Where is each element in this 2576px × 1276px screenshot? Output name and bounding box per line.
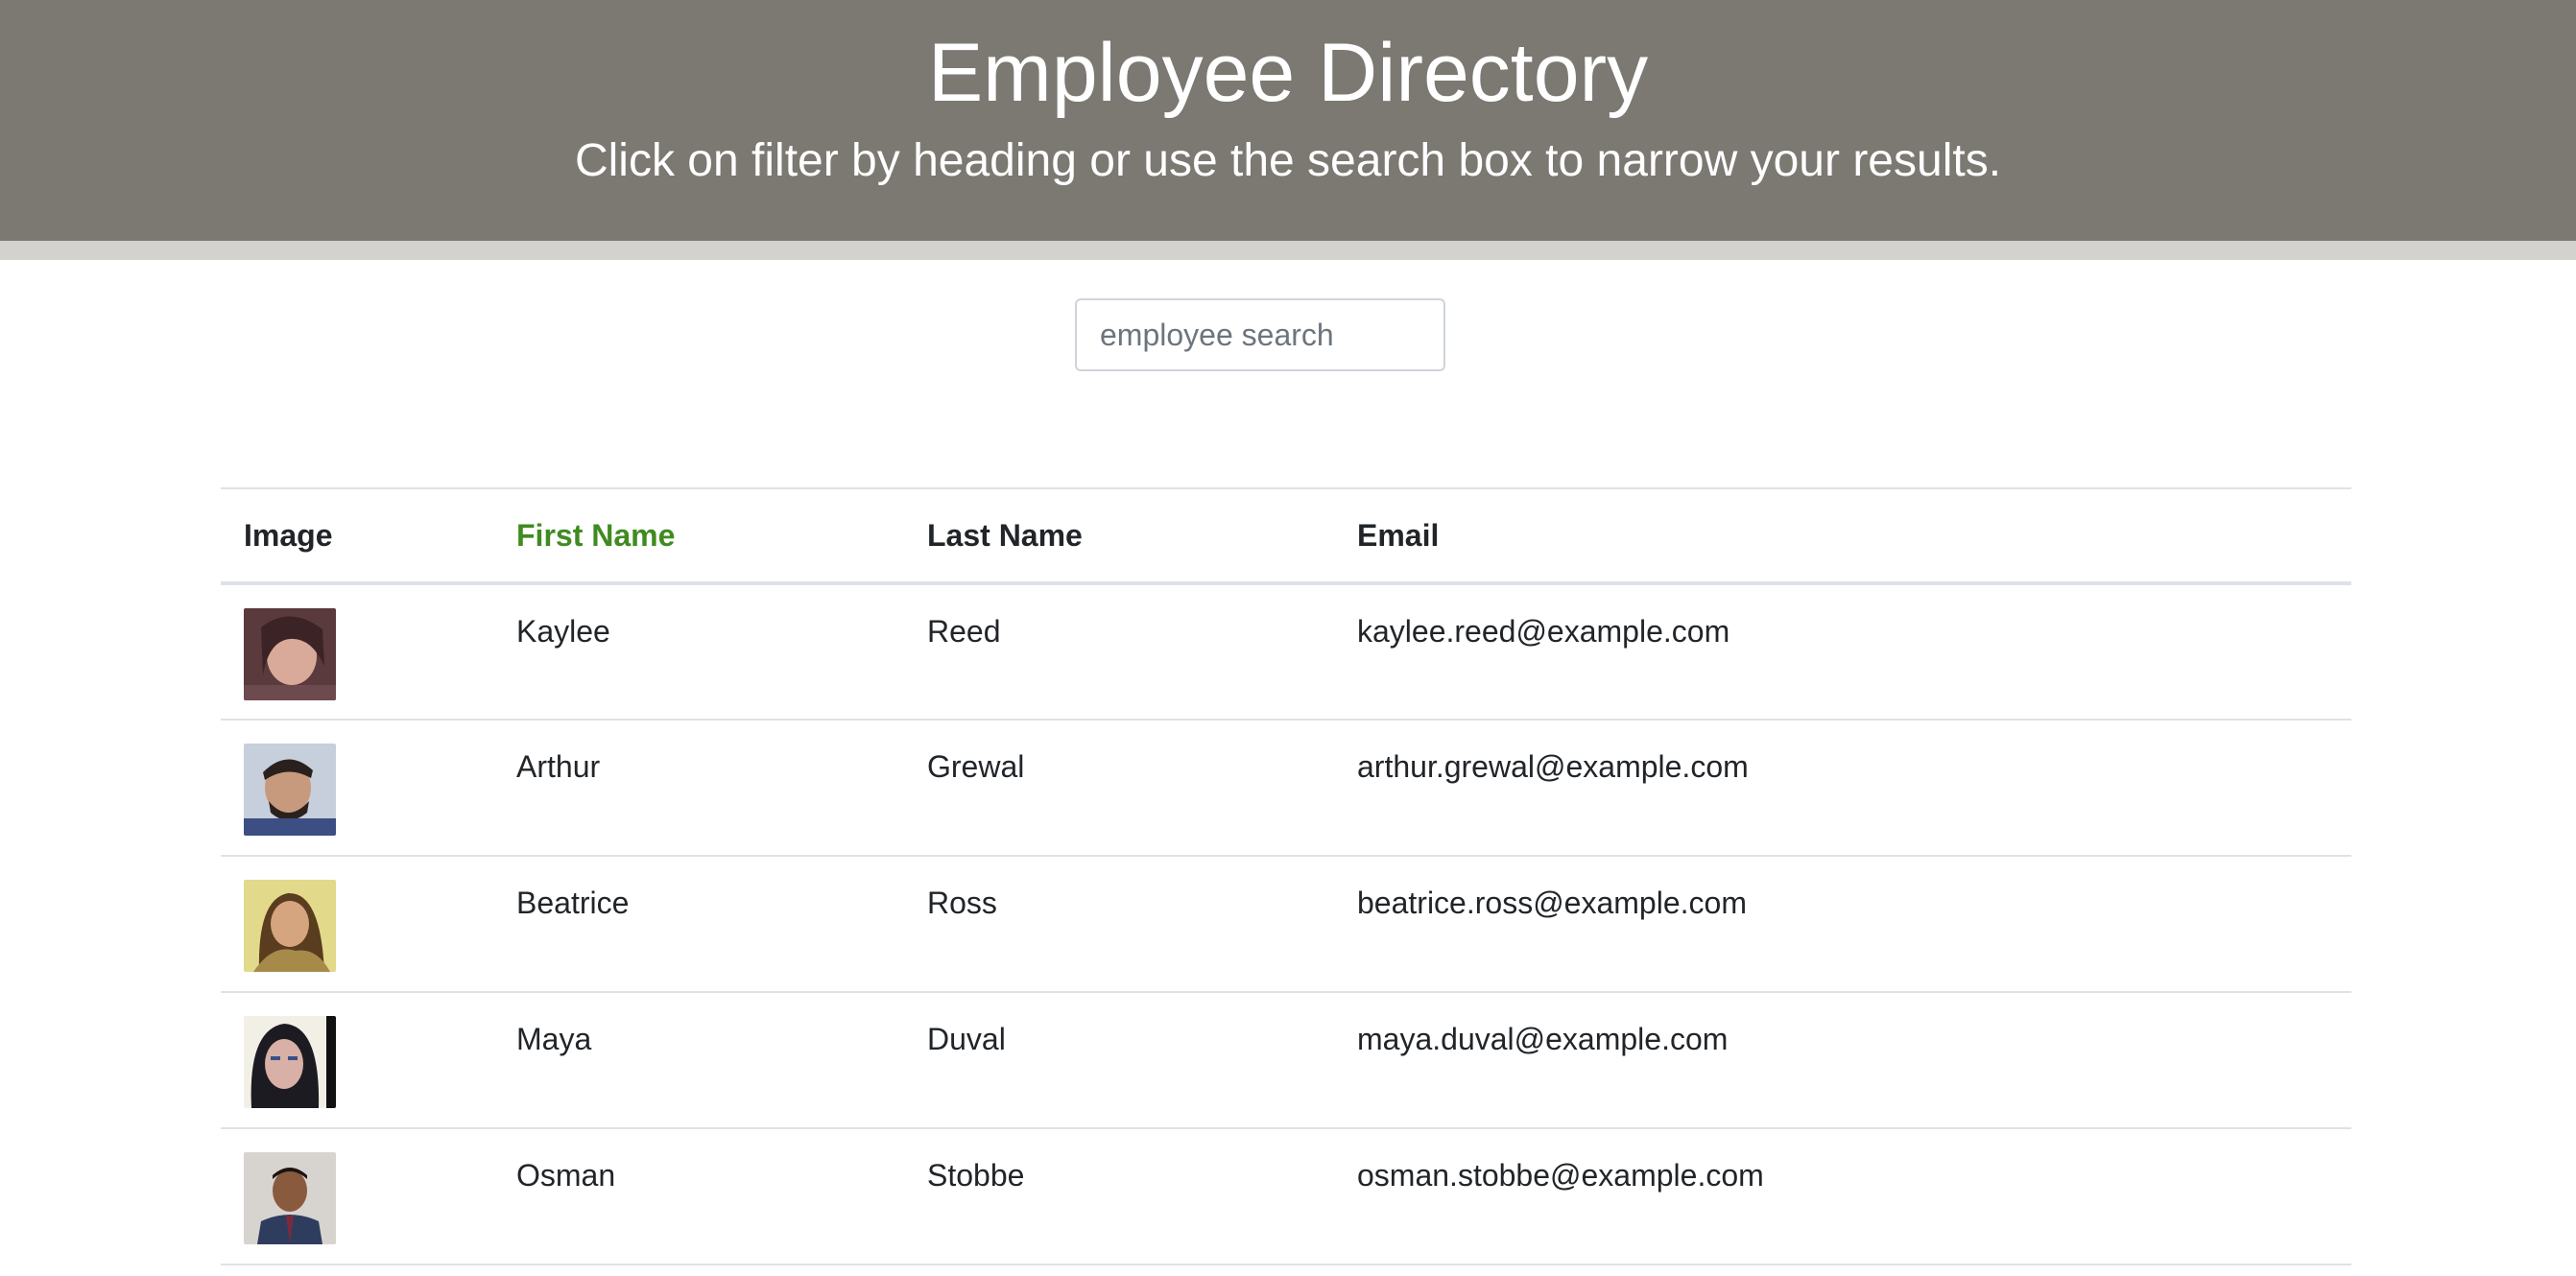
- employee-search-input[interactable]: [1075, 298, 1445, 371]
- column-header-first-name[interactable]: First Name: [493, 487, 904, 585]
- email-cell: maya.duval@example.com: [1334, 992, 2351, 1129]
- first-name-cell: Maya: [493, 992, 904, 1129]
- last-name-cell: Stobbe: [904, 1128, 1334, 1265]
- page-subtitle: Click on filter by heading or use the se…: [574, 135, 2002, 186]
- column-header-last-name[interactable]: Last Name: [904, 487, 1334, 585]
- page-header: Employee Directory Click on filter by he…: [0, 0, 2576, 260]
- last-name-cell: Reed: [904, 583, 1334, 721]
- employee-photo: [244, 608, 336, 700]
- table-row: Kaylee Reed kaylee.reed@example.com: [221, 583, 2351, 721]
- employee-table-container: Image First Name Last Name Email Kaylee …: [221, 487, 2351, 1265]
- page-title: Employee Directory: [927, 27, 1649, 119]
- employee-photo: [244, 1152, 336, 1244]
- table-header-row: Image First Name Last Name Email: [221, 487, 2351, 585]
- employee-table: Image First Name Last Name Email Kaylee …: [221, 487, 2351, 1265]
- last-name-cell: Duval: [904, 992, 1334, 1129]
- image-cell: [221, 583, 493, 721]
- column-header-image[interactable]: Image: [221, 487, 493, 585]
- employee-photo: [244, 880, 336, 972]
- table-row: Arthur Grewal arthur.grewal@example.com: [221, 720, 2351, 857]
- employee-photo: [244, 744, 336, 836]
- table-row: Maya Duval maya.duval@example.com: [221, 992, 2351, 1129]
- employee-photo: [244, 1016, 336, 1108]
- table-row: Beatrice Ross beatrice.ross@example.com: [221, 856, 2351, 993]
- first-name-cell: Beatrice: [493, 856, 904, 993]
- email-cell: osman.stobbe@example.com: [1334, 1128, 2351, 1265]
- first-name-cell: Osman: [493, 1128, 904, 1265]
- table-row: Osman Stobbe osman.stobbe@example.com: [221, 1128, 2351, 1265]
- first-name-cell: Kaylee: [493, 583, 904, 721]
- search-container: [1075, 298, 1445, 371]
- email-cell: beatrice.ross@example.com: [1334, 856, 2351, 993]
- column-header-email[interactable]: Email: [1334, 487, 2351, 585]
- image-cell: [221, 720, 493, 857]
- image-cell: [221, 856, 493, 993]
- first-name-cell: Arthur: [493, 720, 904, 857]
- image-cell: [221, 1128, 493, 1265]
- email-cell: arthur.grewal@example.com: [1334, 720, 2351, 857]
- image-cell: [221, 992, 493, 1129]
- email-cell: kaylee.reed@example.com: [1334, 583, 2351, 721]
- last-name-cell: Ross: [904, 856, 1334, 993]
- last-name-cell: Grewal: [904, 720, 1334, 857]
